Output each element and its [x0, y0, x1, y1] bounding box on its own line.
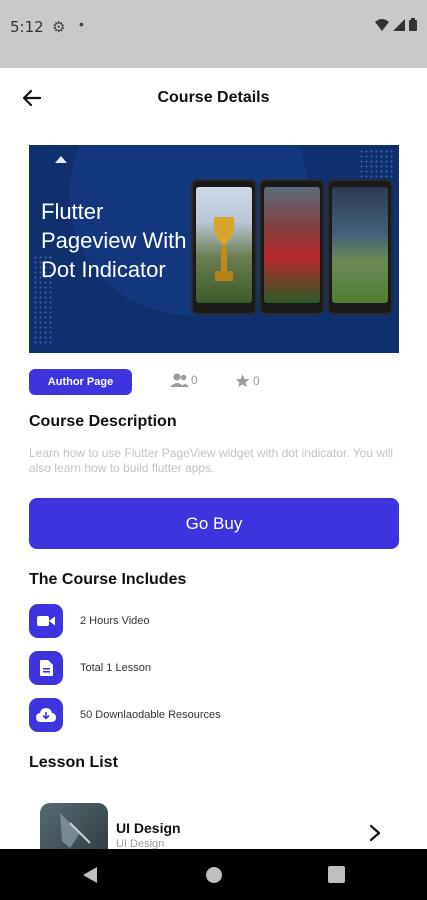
document-icon [29, 651, 63, 685]
home-circle-icon[interactable] [205, 866, 223, 884]
rating-stat: 0 [234, 373, 260, 389]
include-item-label: 2 Hours Video [80, 615, 150, 627]
cellular-signal-icon [393, 18, 405, 31]
phone-mockup [191, 179, 257, 315]
status-bar: 5:12 ⚙ • [0, 0, 427, 68]
phone-mockup [327, 179, 393, 315]
system-navigation-bar [0, 849, 427, 900]
students-stat: 0 [170, 373, 198, 387]
students-count: 0 [191, 373, 198, 387]
chevron-right-icon[interactable] [368, 823, 382, 843]
lesson-list-heading: Lesson List [29, 754, 118, 771]
go-buy-button[interactable]: Go Buy [29, 498, 399, 549]
include-item: 2 Hours Video [29, 604, 399, 638]
status-time: 5:12 [10, 18, 44, 36]
back-triangle-icon[interactable] [82, 866, 98, 884]
gear-icon: ⚙ [52, 19, 66, 36]
battery-icon [409, 18, 417, 31]
rating-count: 0 [253, 374, 260, 388]
cloud-download-icon [29, 698, 63, 732]
status-icons [375, 18, 417, 31]
author-page-button[interactable]: Author Page [29, 369, 132, 395]
wifi-icon [375, 18, 389, 31]
video-camera-icon [29, 604, 63, 638]
app-bar: Course Details [0, 68, 427, 128]
trophy-icon [213, 217, 235, 281]
course-banner: Flutter Pageview With Dot Indicator [29, 145, 399, 353]
banner-dot-pattern [359, 149, 395, 179]
include-item-label: 50 Downlaodable Resources [80, 709, 221, 721]
lesson-title: UI Design [116, 820, 181, 836]
include-item-label: Total 1 Lesson [80, 662, 151, 674]
logo-icon [55, 156, 67, 163]
include-item: 50 Downlaodable Resources [29, 698, 399, 732]
people-icon [170, 373, 189, 387]
star-icon [235, 374, 250, 387]
course-description-text: Learn how to use Flutter PageView widget… [29, 446, 393, 475]
notification-dot-icon: • [79, 16, 84, 32]
course-description-heading: Course Description [29, 413, 177, 430]
phone-mockup [259, 179, 325, 315]
include-item: Total 1 Lesson [29, 651, 399, 685]
course-includes-heading: The Course Includes [29, 571, 187, 588]
recents-square-icon[interactable] [328, 866, 345, 883]
page-title: Course Details [157, 89, 270, 106]
banner-title: Flutter Pageview With Dot Indicator [41, 199, 187, 282]
